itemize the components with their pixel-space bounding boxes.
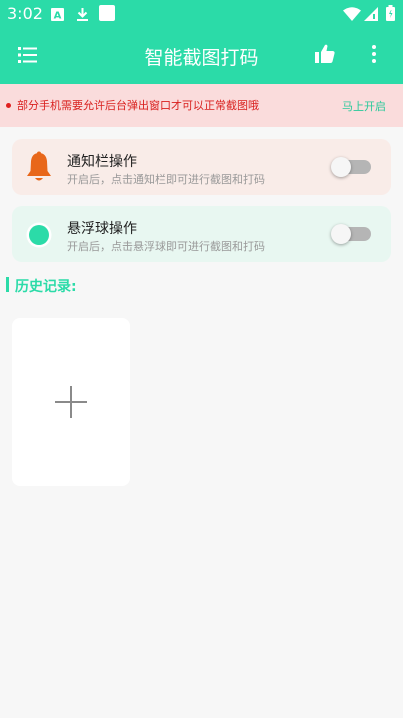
permission-notice-banner: 部分手机需要允许后台弹出窗口才可以正常截图哦 马上开启 [0,84,403,127]
notification-bar-subtitle: 开启后，点击通知栏即可进行截图和打码 [67,173,265,186]
notification-bar-card: 通知栏操作 开启后，点击通知栏即可进行截图和打码 [12,139,391,195]
floating-ball-title: 悬浮球操作 [67,221,137,237]
history-title: 历史记录: [15,279,77,295]
floating-ball-icon [26,222,52,252]
notice-text: 部分手机需要允许后台弹出窗口才可以正常截图哦 [17,99,259,112]
history-accent-bar [6,277,9,292]
download-icon [76,6,89,25]
status-bar: 3:02 A [0,0,403,28]
plus-icon [55,386,87,422]
a-notification-icon: A [51,6,64,25]
enable-now-link[interactable]: 马上开启 [342,98,386,114]
thumbs-up-icon[interactable] [315,44,335,68]
app-square-icon [99,5,115,25]
svg-text:A: A [54,11,62,22]
wifi-icon [343,6,361,25]
notice-dot-icon [6,103,11,108]
notification-bar-title: 通知栏操作 [67,154,137,170]
add-screenshot-button[interactable] [12,318,130,486]
floating-ball-subtitle: 开启后，点击悬浮球即可进行截图和打码 [67,240,265,253]
signal-icon [364,6,378,25]
toggle-knob [331,157,351,177]
floating-ball-toggle[interactable] [331,224,371,244]
floating-ball-card: 悬浮球操作 开启后，点击悬浮球即可进行截图和打码 [12,206,391,262]
notification-bar-toggle[interactable] [331,157,371,177]
app-bar: 智能截图打码 [0,28,403,84]
status-time: 3:02 [7,4,43,23]
battery-icon [386,5,395,25]
more-vert-icon[interactable] [369,44,379,68]
toggle-knob [331,224,351,244]
bell-icon [25,151,53,187]
page-title: 智能截图打码 [144,47,259,69]
